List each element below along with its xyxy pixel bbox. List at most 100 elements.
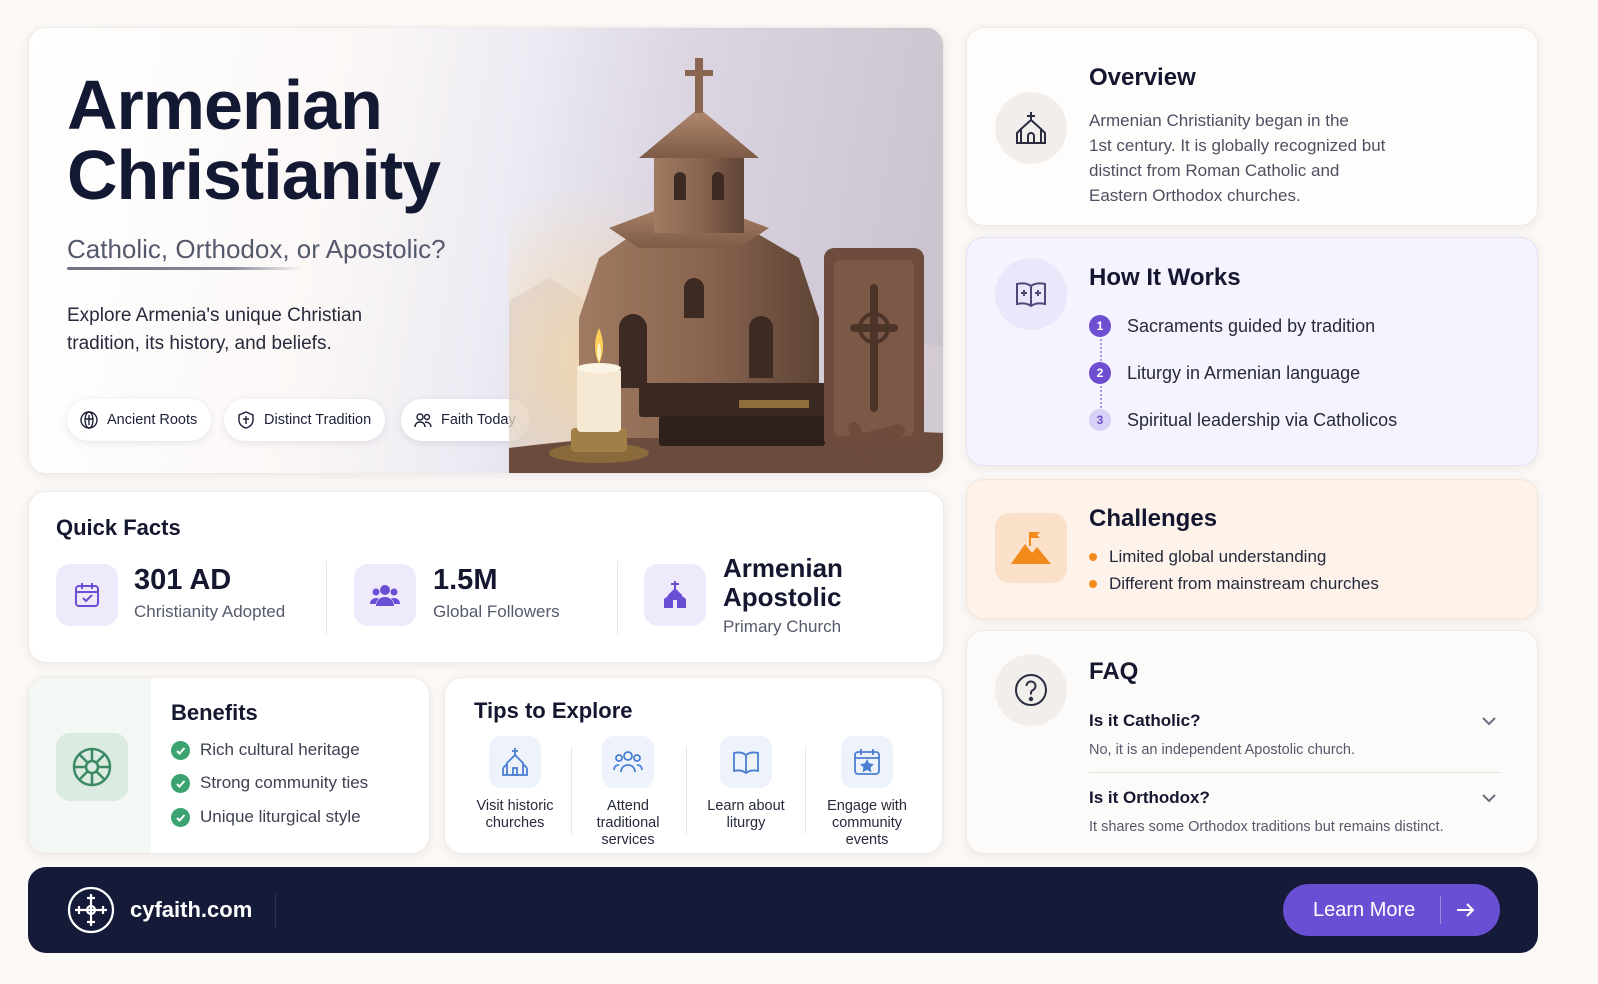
fact-divider	[326, 561, 327, 635]
benefit-item: Strong community ties	[171, 773, 368, 793]
learn-more-label: Learn More	[1313, 898, 1416, 921]
how-it-works-title: How It Works	[1089, 264, 1241, 291]
tip-attend-services[interactable]: Attend traditional services	[573, 736, 683, 849]
calendar-star-icon	[841, 736, 893, 788]
benefit-label: Unique liturgical style	[200, 807, 361, 826]
challenges-title: Challenges	[1089, 505, 1218, 532]
tip-visit-churches[interactable]: Visit historic churches	[460, 736, 570, 832]
tip-community-events[interactable]: Engage with community events	[812, 736, 922, 849]
faq-question[interactable]: Is it Catholic?	[1089, 711, 1200, 731]
check-icon	[171, 807, 190, 827]
fact-value-followers: 1.5M	[433, 564, 498, 596]
pill-label: Ancient Roots	[107, 412, 198, 428]
church-icon	[489, 736, 541, 788]
arrow-right-icon	[1457, 903, 1475, 917]
tip-divider	[686, 746, 687, 834]
faq-answer: No, it is an independent Apostolic churc…	[1089, 742, 1355, 758]
overview-line: distinct from Roman Catholic and	[1089, 161, 1340, 180]
step-text: Sacraments guided by tradition	[1127, 315, 1376, 336]
tip-label-line: churches	[485, 815, 545, 831]
hero-title: Armenian Christianity	[67, 66, 441, 214]
mountain-flag-icon	[995, 513, 1067, 583]
book-icon	[995, 258, 1067, 330]
fact-value-church-line1: Armenian	[723, 553, 843, 583]
bullet-dot	[1089, 553, 1097, 561]
hero-description: Explore Armenia's unique Christian tradi…	[67, 305, 363, 354]
step-connector	[1100, 339, 1102, 361]
hero-title-line1: Armenian	[67, 66, 383, 144]
people-icon	[414, 413, 432, 428]
challenges-card: Challenges Limited global understanding …	[966, 479, 1538, 619]
chevron-down-icon[interactable]	[1481, 793, 1497, 803]
step-number: 3	[1089, 409, 1111, 431]
tips-card: Tips to Explore Visit historic churches …	[444, 677, 943, 854]
step-item: 1 Sacraments guided by tradition	[1089, 315, 1375, 337]
church-icon	[995, 92, 1067, 164]
chevron-down-icon[interactable]	[1481, 716, 1497, 726]
faq-title: FAQ	[1089, 658, 1139, 685]
pill-distinct-tradition[interactable]: Distinct Tradition	[224, 399, 386, 441]
hero-title-line2: Christianity	[67, 136, 441, 214]
tip-label-line: community	[831, 815, 903, 831]
pill-ancient-roots[interactable]: Ancient Roots	[67, 399, 212, 441]
footer-separator	[275, 893, 276, 927]
step-connector	[1100, 386, 1102, 408]
fact-label-church: Primary Church	[723, 617, 842, 636]
overview-line: Eastern Orthodox churches.	[1089, 186, 1301, 205]
faq-question[interactable]: Is it Orthodox?	[1089, 788, 1210, 808]
faq-divider	[1089, 772, 1501, 773]
pill-label: Faith Today	[441, 412, 516, 428]
fact-divider	[617, 561, 618, 635]
footer-bar: cyfaith.com Learn More	[28, 867, 1538, 953]
fact-value-church-line2: Apostolic	[723, 582, 842, 612]
fact-label-followers: Global Followers	[433, 602, 560, 621]
subtitle-underline	[67, 267, 303, 270]
overview-text: Armenian Christianity began in the 1st c…	[1089, 108, 1385, 208]
check-icon	[171, 773, 190, 793]
step-number: 2	[1089, 362, 1111, 384]
shield-cross-icon	[238, 411, 254, 429]
challenge-text: Limited global understanding	[1109, 547, 1327, 566]
site-logo-icon	[67, 886, 115, 934]
calendar-icon	[56, 564, 118, 626]
fact-label-year: Christianity Adopted	[134, 602, 286, 621]
tip-divider	[805, 746, 806, 834]
tip-label-line: Engage with	[827, 798, 907, 814]
step-item: 2 Liturgy in Armenian language	[1089, 362, 1360, 384]
overview-card: Overview Armenian Christianity began in …	[966, 27, 1538, 226]
fact-value-church: Armenian Apostolic	[723, 554, 843, 612]
benefit-label: Rich cultural heritage	[200, 740, 360, 759]
overview-title: Overview	[1089, 64, 1196, 91]
quick-facts-title: Quick Facts	[56, 515, 181, 540]
step-text: Liturgy in Armenian language	[1127, 362, 1361, 383]
benefits-title: Benefits	[171, 700, 258, 725]
hero-subtitle: Catholic, Orthodox, or Apostolic?	[67, 234, 446, 264]
challenge-text: Different from mainstream churches	[1109, 574, 1379, 593]
challenge-item: Different from mainstream churches	[1089, 574, 1379, 594]
question-icon	[995, 654, 1067, 726]
tip-divider	[571, 746, 572, 834]
users-icon	[354, 564, 416, 626]
tip-learn-liturgy[interactable]: Learn about liturgy	[691, 736, 801, 832]
overview-line: Armenian Christianity began in the	[1089, 111, 1349, 130]
learn-more-button[interactable]: Learn More	[1283, 884, 1500, 936]
group-icon	[602, 736, 654, 788]
footer-site-name[interactable]: cyfaith.com	[130, 897, 252, 923]
quick-facts-card: Quick Facts 301 AD Christianity Adopted …	[28, 491, 944, 663]
tips-title: Tips to Explore	[474, 698, 633, 723]
overview-line: 1st century. It is globally recognized b…	[1089, 136, 1386, 155]
tip-label-line: liturgy	[726, 815, 766, 831]
open-book-icon	[720, 736, 772, 788]
tip-label-line: services	[601, 832, 655, 848]
step-item: 3 Spiritual leadership via Catholicos	[1089, 409, 1397, 431]
hero-church-illustration	[509, 28, 943, 473]
tip-label-line: Visit historic	[476, 798, 554, 814]
benefits-card: Benefits Rich cultural heritage Strong c…	[28, 677, 430, 854]
step-number: 1	[1089, 315, 1111, 337]
step-text: Spiritual leadership via Catholicos	[1127, 409, 1398, 430]
armenian-cross-emblem-icon	[56, 733, 128, 801]
faq-answer: It shares some Orthodox traditions but r…	[1089, 819, 1444, 835]
globe-cross-icon	[80, 411, 98, 429]
tip-label-line: Learn about	[707, 798, 785, 814]
tip-label-line: traditional	[596, 815, 660, 831]
